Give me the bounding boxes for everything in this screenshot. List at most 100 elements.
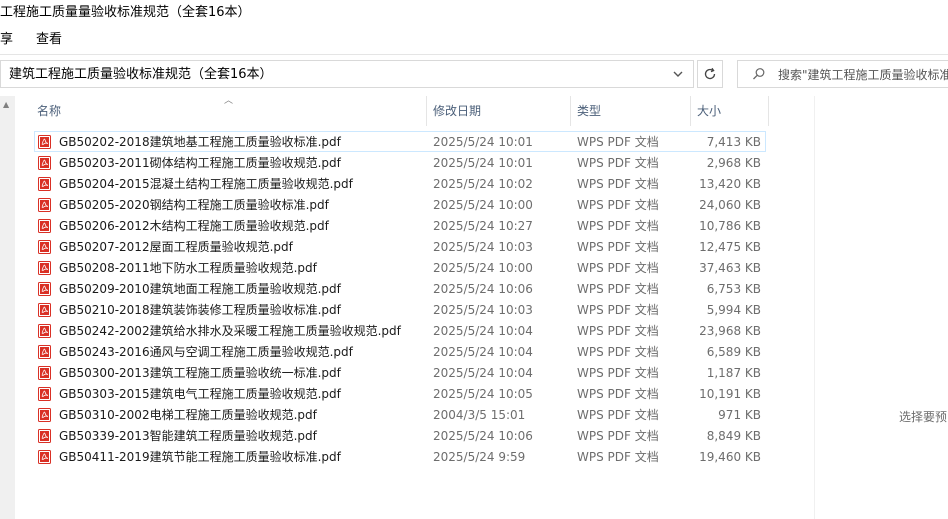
file-modified-date: 2025/5/24 10:03 [433,303,533,317]
file-row[interactable]: GB50300-2013建筑工程施工质量验收统一标准.pdf 2025/5/24 … [34,362,766,383]
file-name: GB50210-2018建筑装饰装修工程质量验收标准.pdf [59,303,341,317]
file-modified-date: 2025/5/24 10:02 [433,177,533,191]
file-type: WPS PDF 文档 [577,282,659,296]
preview-pane-divider[interactable] [814,96,815,519]
pdf-file-icon [38,240,51,254]
file-row[interactable]: GB50243-2016通风与空调工程施工质量验收规范.pdf 2025/5/24… [34,341,766,362]
file-name: GB50243-2016通风与空调工程施工质量验收规范.pdf [59,345,353,359]
file-size: 8,849 KB [706,429,761,443]
file-size: 6,753 KB [706,282,761,296]
pdf-file-icon [38,177,51,191]
tab-share[interactable]: 享 [0,32,13,48]
file-row[interactable]: GB50203-2011砌体结构工程施工质量验收规范.pdf 2025/5/24 … [34,152,766,173]
column-divider[interactable] [690,96,691,126]
file-type: WPS PDF 文档 [577,198,659,212]
pdf-file-icon [38,429,51,443]
pdf-file-icon [38,345,51,359]
file-type: WPS PDF 文档 [577,345,659,359]
file-row[interactable]: GB50210-2018建筑装饰装修工程质量验收标准.pdf 2025/5/24 … [34,299,766,320]
file-size: 24,060 KB [699,198,761,212]
file-name: GB50300-2013建筑工程施工质量验收统一标准.pdf [59,366,341,380]
pdf-file-icon [38,303,51,317]
file-row[interactable]: GB50310-2002电梯工程施工质量验收规范.pdf 2004/3/5 15:… [34,404,766,425]
file-type: WPS PDF 文档 [577,261,659,275]
pdf-file-icon [38,324,51,338]
file-row[interactable]: GB50411-2019建筑节能工程施工质量验收标准.pdf 2025/5/24 … [34,446,766,467]
file-name: GB50303-2015建筑电气工程施工质量验收规范.pdf [59,387,341,401]
file-size: 19,460 KB [699,450,761,464]
file-size: 2,968 KB [706,156,761,170]
file-row[interactable]: GB50202-2018建筑地基工程施工质量验收标准.pdf 2025/5/24 … [34,131,766,152]
column-divider[interactable] [768,96,769,126]
file-type: WPS PDF 文档 [577,324,659,338]
file-row[interactable]: GB50339-2013智能建筑工程质量验收规范.pdf 2025/5/24 10… [34,425,766,446]
file-name: GB50208-2011地下防水工程质量验收规范.pdf [59,261,317,275]
file-name: GB50339-2013智能建筑工程质量验收规范.pdf [59,429,317,443]
pdf-file-icon [38,366,51,380]
preview-hint: 选择要预 [899,410,948,424]
file-size: 1,187 KB [706,366,761,380]
file-size: 37,463 KB [699,261,761,275]
file-name: GB50206-2012木结构工程施工质量验收规范.pdf [59,219,329,233]
refresh-icon [704,67,716,80]
file-modified-date: 2025/5/24 10:06 [433,282,533,296]
file-modified-date: 2025/5/24 10:05 [433,387,533,401]
pdf-file-icon [38,282,51,296]
file-size: 13,420 KB [699,177,761,191]
address-path: 建筑工程施工质量验收标准规范（全套16本） [9,67,273,82]
pdf-file-icon [38,387,51,401]
file-row[interactable]: GB50242-2002建筑给水排水及采暖工程施工质量验收规范.pdf 2025/… [34,320,766,341]
file-row[interactable]: GB50204-2015混凝土结构工程施工质量验收规范.pdf 2025/5/24… [34,173,766,194]
navigation-scrollbar[interactable]: ▲ [0,96,15,519]
file-modified-date: 2025/5/24 10:04 [433,324,533,338]
file-modified-date: 2025/5/24 10:01 [433,135,533,149]
file-type: WPS PDF 文档 [577,408,659,422]
file-name: GB50209-2010建筑地面工程施工质量验收规范.pdf [59,282,341,296]
file-type: WPS PDF 文档 [577,366,659,380]
file-row[interactable]: GB50303-2015建筑电气工程施工质量验收规范.pdf 2025/5/24 … [34,383,766,404]
file-modified-date: 2025/5/24 10:01 [433,156,533,170]
column-header-type[interactable]: 类型 [577,96,601,126]
pdf-file-icon [38,450,51,464]
file-size: 10,786 KB [699,219,761,233]
file-row[interactable]: GB50207-2012屋面工程质量验收规范.pdf 2025/5/24 10:0… [34,236,766,257]
column-header-name[interactable]: 名称 [37,96,61,126]
column-divider[interactable] [426,96,427,126]
file-row[interactable]: GB50205-2020钢结构工程施工质量验收标准.pdf 2025/5/24 1… [34,194,766,215]
scroll-up-icon[interactable]: ▲ [3,100,9,109]
file-type: WPS PDF 文档 [577,156,659,170]
ribbon-divider [0,54,948,55]
file-type: WPS PDF 文档 [577,135,659,149]
file-size: 12,475 KB [699,240,761,254]
file-name: GB50310-2002电梯工程施工质量验收规范.pdf [59,408,317,422]
file-name: GB50242-2002建筑给水排水及采暖工程施工质量验收规范.pdf [59,324,401,338]
pdf-file-icon [38,261,51,275]
file-row[interactable]: GB50209-2010建筑地面工程施工质量验收规范.pdf 2025/5/24 … [34,278,766,299]
file-type: WPS PDF 文档 [577,177,659,191]
file-type: WPS PDF 文档 [577,240,659,254]
file-modified-date: 2025/5/24 10:04 [433,366,533,380]
column-divider[interactable] [570,96,571,126]
pdf-file-icon [38,135,51,149]
column-header-date[interactable]: 修改日期 [433,96,481,126]
file-modified-date: 2025/5/24 10:00 [433,198,533,212]
search-input[interactable]: 搜索"建筑工程施工质量验收标准 [778,67,948,83]
column-header-size[interactable]: 大小 [697,96,721,126]
tab-view[interactable]: 查看 [36,32,62,48]
file-type: WPS PDF 文档 [577,219,659,233]
file-type: WPS PDF 文档 [577,450,659,464]
file-modified-date: 2004/3/5 15:01 [433,408,526,422]
file-name: GB50411-2019建筑节能工程施工质量验收标准.pdf [59,450,341,464]
search-box[interactable]: 搜索"建筑工程施工质量验收标准 [737,60,948,88]
file-modified-date: 2025/5/24 10:04 [433,345,533,359]
file-size: 6,589 KB [706,345,761,359]
pdf-file-icon [38,219,51,233]
file-type: WPS PDF 文档 [577,387,659,401]
file-name: GB50204-2015混凝土结构工程施工质量验收规范.pdf [59,177,353,191]
file-size: 10,191 KB [699,387,761,401]
file-row[interactable]: GB50208-2011地下防水工程质量验收规范.pdf 2025/5/24 10… [34,257,766,278]
address-bar[interactable]: 建筑工程施工质量验收标准规范（全套16本） [0,60,694,88]
chevron-down-icon[interactable] [671,67,685,81]
refresh-button[interactable] [697,60,723,88]
file-row[interactable]: GB50206-2012木结构工程施工质量验收规范.pdf 2025/5/24 1… [34,215,766,236]
